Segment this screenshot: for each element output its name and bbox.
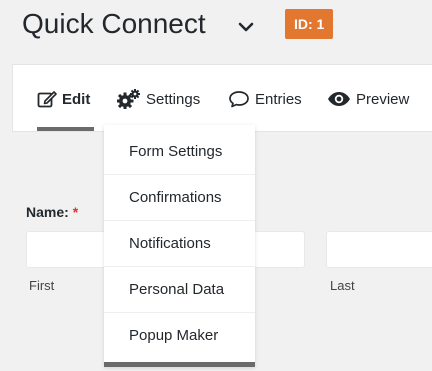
tab-settings[interactable]: Settings bbox=[117, 87, 200, 111]
tab-entries-label: Entries bbox=[255, 90, 302, 108]
settings-dropdown-menu: Form Settings Confirmations Notification… bbox=[104, 125, 255, 367]
chevron-down-icon[interactable] bbox=[236, 17, 256, 37]
tab-edit[interactable]: Edit bbox=[37, 87, 90, 111]
form-title[interactable]: Quick Connect bbox=[22, 6, 206, 42]
first-sublabel: First bbox=[29, 278, 55, 293]
active-tab-indicator bbox=[37, 127, 94, 131]
last-name-input[interactable] bbox=[326, 231, 432, 268]
name-field-label: Name: * bbox=[26, 204, 78, 220]
eye-icon bbox=[327, 91, 351, 107]
menu-item-notifications[interactable]: Notifications bbox=[104, 221, 255, 267]
tab-settings-label: Settings bbox=[146, 90, 201, 108]
speech-bubble-icon bbox=[228, 90, 250, 108]
tab-preview-label: Preview bbox=[356, 90, 410, 108]
required-marker: * bbox=[72, 204, 79, 220]
last-sublabel: Last bbox=[330, 278, 355, 293]
menu-item-confirmations[interactable]: Confirmations bbox=[104, 175, 255, 221]
name-label-text: Name: bbox=[26, 204, 69, 220]
form-toolbar: Edit Settings Entries Preview bbox=[12, 64, 432, 132]
tab-preview[interactable]: Preview bbox=[327, 87, 409, 111]
tab-edit-label: Edit bbox=[62, 90, 91, 108]
gears-icon bbox=[117, 89, 141, 109]
id-badge: ID: 1 bbox=[285, 9, 334, 39]
tab-entries[interactable]: Entries bbox=[228, 87, 302, 111]
menu-item-personal-data[interactable]: Personal Data bbox=[104, 267, 255, 313]
edit-icon bbox=[37, 90, 57, 108]
menu-item-form-settings[interactable]: Form Settings bbox=[104, 129, 255, 175]
menu-item-popup-maker[interactable]: Popup Maker bbox=[104, 313, 255, 359]
